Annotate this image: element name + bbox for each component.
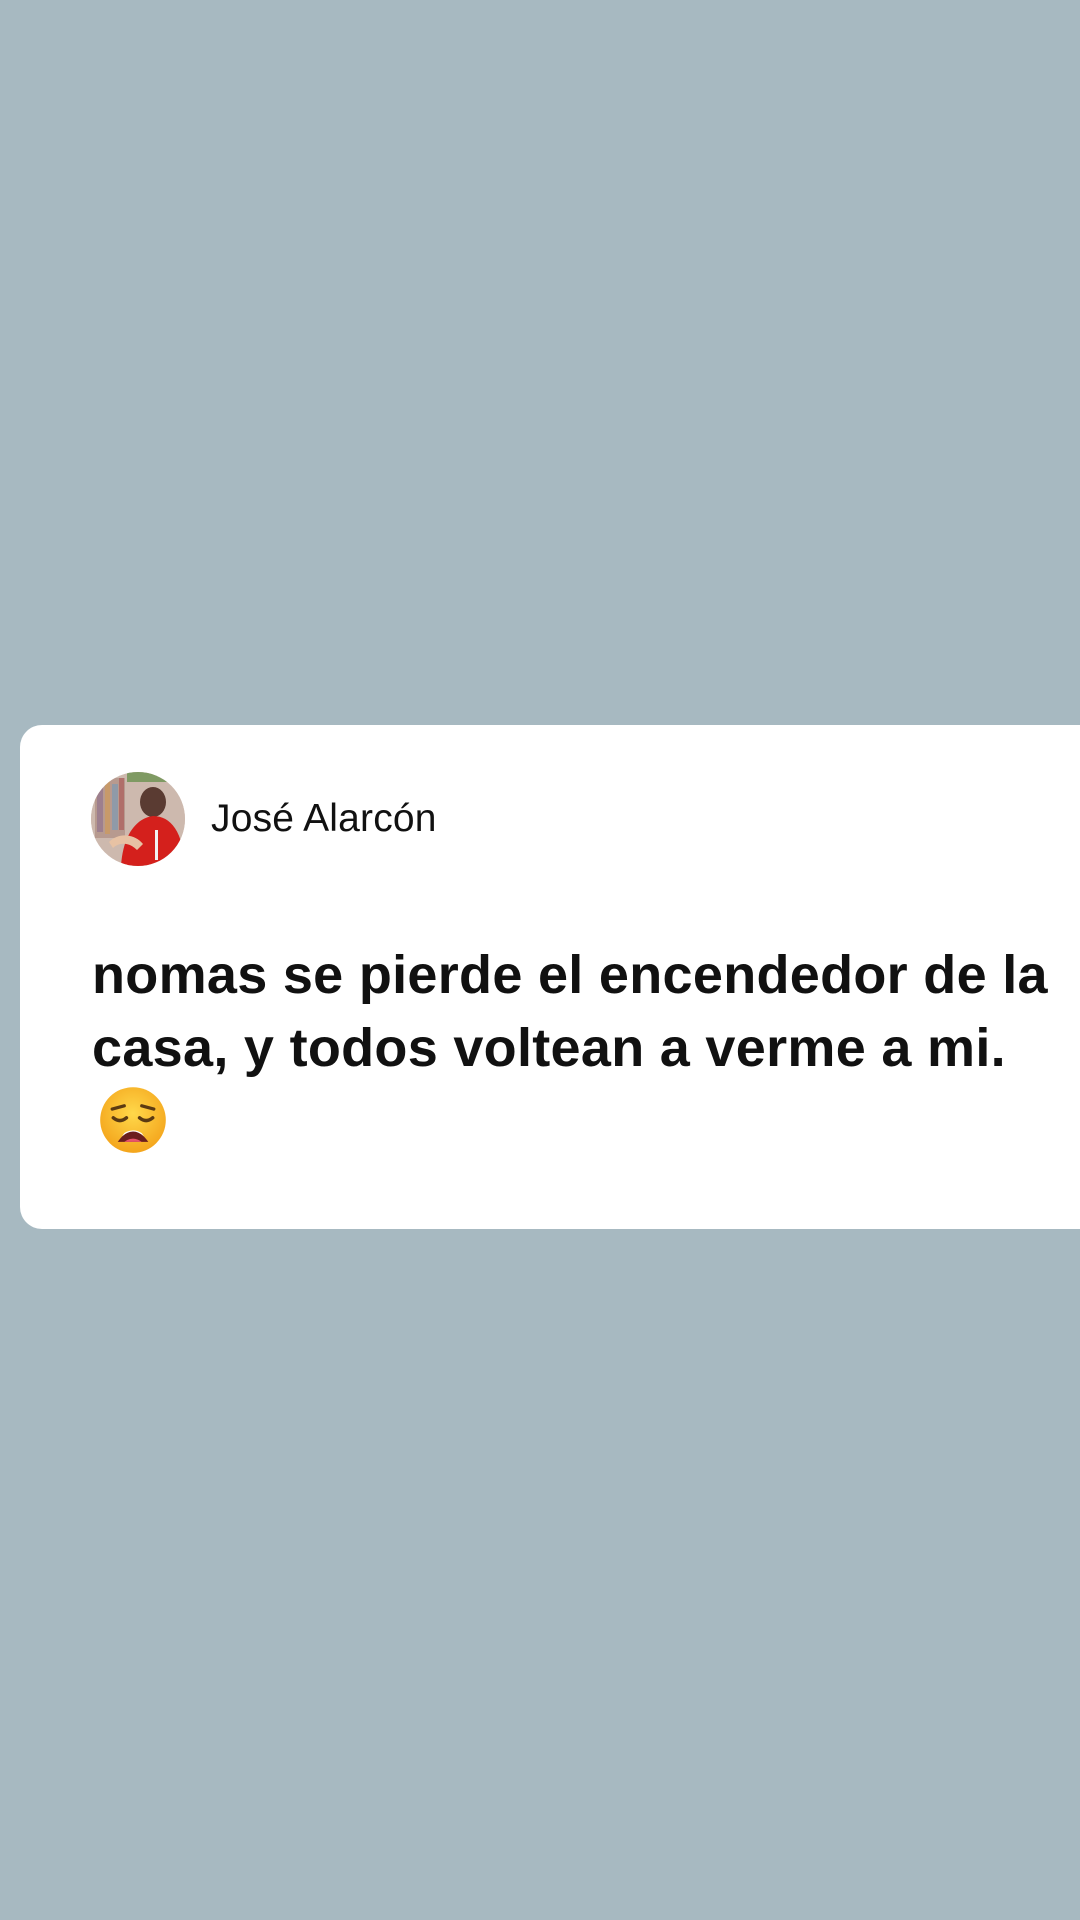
avatar-photo-icon (91, 772, 185, 866)
post-text-content: nomas se pierde el encendedor de la casa… (92, 945, 1048, 1078)
avatar[interactable] (91, 772, 185, 866)
screen-background: José Alarcón nomas se pierde el encended… (0, 0, 1080, 1920)
author-name[interactable]: José Alarcón (211, 797, 437, 841)
post-text: nomas se pierde el encendedor de la casa… (92, 939, 1052, 1162)
author-row: José Alarcón (91, 772, 437, 866)
post-card: José Alarcón nomas se pierde el encended… (20, 725, 1080, 1229)
weary-face-emoji-icon (100, 1087, 166, 1153)
